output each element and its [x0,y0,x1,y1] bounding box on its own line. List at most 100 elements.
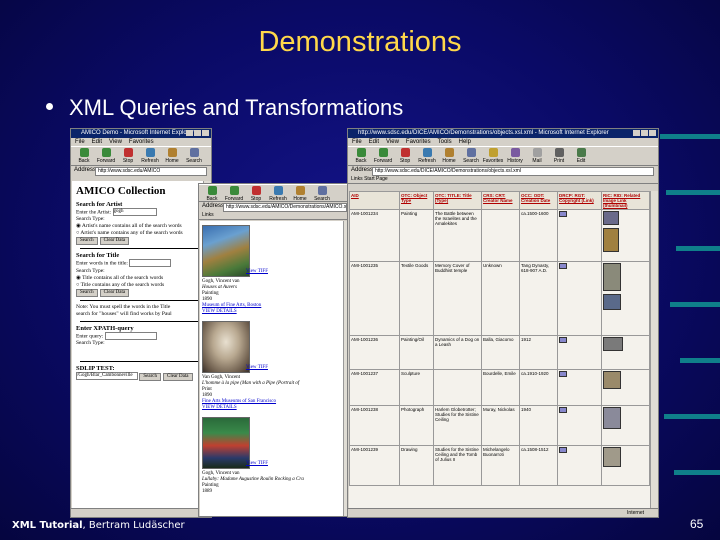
window-controls[interactable] [185,130,209,138]
column-header[interactable]: RIC: RID: Related Image Link (thumbnail) [601,191,650,210]
view-tiff-link[interactable]: View TIFF [246,461,268,466]
stop-button[interactable]: Stop [394,147,416,164]
image-thumbnail[interactable] [603,371,621,389]
links-bar[interactable]: Links [199,211,351,220]
column-header[interactable]: DRCP: RGT: Copyright (Link) [557,191,602,210]
link-icon[interactable] [559,263,567,269]
search-button[interactable]: Search [460,147,482,164]
back-button[interactable]: Back [350,147,372,164]
address-bar[interactable]: Address http://www.sdsc.edu/DICE/AMICO/De… [348,166,658,176]
link-icon[interactable] [559,371,567,377]
browser-window-xml-table[interactable]: http://www.sdsc.edu/DICE/AMICO/Demonstra… [347,128,659,518]
title-option-any[interactable]: ○ Title contains any of the search words [76,282,203,289]
xpath-input[interactable] [104,331,157,340]
copyright-link[interactable] [557,369,602,406]
column-header[interactable]: OTC: Object Type [399,191,434,210]
painting-thumbnail[interactable] [202,417,250,469]
menu-edit[interactable]: Edit [92,139,102,145]
artist-search-button[interactable]: Search [76,237,98,246]
menu-favorites[interactable]: Favorites [406,139,431,145]
home-button[interactable]: Home [289,185,311,202]
refresh-button[interactable]: Refresh [139,147,161,164]
title-option-all[interactable]: ◉ Title contains all of the search words [76,275,203,282]
toolbar[interactable]: Back Forward Stop Refresh Home Search [199,184,351,202]
toolbar[interactable]: Back Forward Stop Refresh Home Search [71,146,211,166]
menu-help[interactable]: Help [459,139,471,145]
start-page-link[interactable]: Start Page [364,176,388,182]
view-details-link[interactable]: VIEW DETAILS [202,405,341,411]
links-bar[interactable]: Links Start Page [348,175,658,184]
sdlip-input[interactable]: /Gogh/Blar_Cambonneville [76,371,138,380]
address-bar[interactable]: Address http://www.sdsc.edu/AMICO [71,166,211,176]
scrollbar[interactable] [650,191,658,508]
toolbar[interactable]: Back Forward Stop Refresh Home Search Favorite… [348,146,658,166]
search-button[interactable]: Search [311,185,333,202]
search-button[interactable]: Search [183,147,205,164]
address-input[interactable]: http://www.sdsc.edu/AMICO/Demonstrations… [223,203,347,212]
column-header[interactable]: OCC: ODT: Creation Date [519,191,558,210]
thumbnail-cell[interactable] [601,445,650,486]
stop-button[interactable]: Stop [117,147,139,164]
link-icon[interactable] [559,337,567,343]
artist-option-any[interactable]: ○ Artist's name contains any of the sear… [76,230,203,237]
favorites-button[interactable]: Favorites [482,147,504,164]
refresh-button[interactable]: Refresh [416,147,438,164]
portrait-thumbnail[interactable] [202,321,250,373]
copyright-link[interactable] [557,261,602,336]
column-header[interactable]: CRS: CRT: Creator Name [481,191,520,210]
menu-bar[interactable]: File Edit View Favorites Tools Help [348,138,658,146]
thumbnail-cell[interactable] [601,335,650,370]
image-thumbnail[interactable] [603,294,621,310]
sdlip-search-button[interactable]: Search [139,373,161,382]
window-controls[interactable] [632,130,656,138]
copyright-link[interactable] [557,445,602,486]
link-icon[interactable] [559,447,567,453]
artist-input[interactable]: gogh [112,208,157,216]
print-button[interactable]: Print [548,147,570,164]
view-details-link[interactable]: VIEW DETAILS [202,309,341,315]
column-header[interactable]: AID [349,191,400,210]
window-titlebar[interactable]: http://www.sdsc.edu/DICE/AMICO/Demonstra… [348,129,658,138]
link-icon[interactable] [559,407,567,413]
menu-file[interactable]: File [75,139,85,145]
address-input[interactable]: http://www.sdsc.edu/AMICO [95,167,207,176]
title-clear-button[interactable]: Clear Data [99,288,130,297]
view-tiff-link[interactable]: View TIFF [246,269,268,274]
menu-file[interactable]: File [352,139,362,145]
link-icon[interactable] [559,211,567,217]
forward-button[interactable]: Forward [223,185,245,202]
refresh-button[interactable]: Refresh [267,185,289,202]
image-thumbnail[interactable] [603,211,619,225]
menu-bar[interactable]: File Edit View Favorites [71,138,211,146]
copyright-link[interactable] [557,405,602,446]
edit-button[interactable]: Edit [570,147,592,164]
menu-tools[interactable]: Tools [438,139,452,145]
forward-button[interactable]: Forward [95,147,117,164]
address-input[interactable]: http://www.sdsc.edu/DICE/AMICO/Demonstra… [372,167,654,176]
browser-window-results[interactable]: Back Forward Stop Refresh Home Search Address… [198,183,352,517]
image-thumbnail[interactable] [603,337,623,351]
window-titlebar[interactable]: AMICO Demo - Microsoft Internet Explorer [71,129,211,138]
column-header[interactable]: OTC: TITLE: Title (Type) [433,191,482,210]
image-thumbnail[interactable] [603,228,619,252]
menu-view[interactable]: View [386,139,399,145]
home-button[interactable]: Home [161,147,183,164]
back-button[interactable]: Back [201,185,223,202]
image-thumbnail[interactable] [603,407,621,429]
thumbnail-cell[interactable] [601,261,650,336]
thumbnail-cell[interactable] [601,369,650,406]
back-button[interactable]: Back [73,147,95,164]
mail-button[interactable]: Mail [526,147,548,164]
browser-window-search[interactable]: AMICO Demo - Microsoft Internet Explorer… [70,128,212,518]
image-thumbnail[interactable] [603,447,621,467]
address-bar[interactable]: Address http://www.sdsc.edu/AMICO/Demonst… [199,202,351,212]
stop-button[interactable]: Stop [245,185,267,202]
thumbnail-cell[interactable] [601,209,650,262]
menu-view[interactable]: View [109,139,122,145]
artist-clear-button[interactable]: Clear Data [99,237,130,246]
view-tiff-link[interactable]: View TIFF [246,365,268,370]
title-search-button[interactable]: Search [76,288,98,297]
thumbnail-cell[interactable] [601,405,650,446]
forward-button[interactable]: Forward [372,147,394,164]
menu-favorites[interactable]: Favorites [129,139,154,145]
